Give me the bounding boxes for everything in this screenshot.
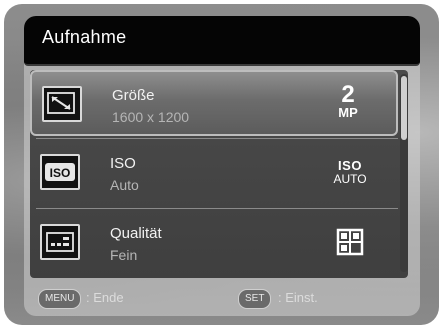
camera-screen: Aufnahme Größe 1600 x 1200 2 MP ISO ISO … xyxy=(0,0,443,329)
menu-item-label: ISO xyxy=(110,155,136,172)
menu-item-label: Qualität xyxy=(110,225,162,242)
quality-icon xyxy=(40,224,80,260)
scrollbar[interactable] xyxy=(400,74,408,272)
menu-item-value: Fein xyxy=(110,247,138,263)
menu-item-value: Auto xyxy=(110,177,139,193)
iso-indicator: ISO AUTO xyxy=(328,152,372,194)
set-key-label: : Einst. xyxy=(278,290,318,305)
menu-item-size[interactable]: Größe 1600 x 1200 2 MP xyxy=(30,70,398,136)
resolution-indicator: 2 MP xyxy=(326,81,370,126)
iso-icon: ISO xyxy=(40,154,80,190)
menu-key-label: : Ende xyxy=(86,290,124,305)
menu-item-label: Größe xyxy=(112,87,155,104)
set-key-badge: SET xyxy=(238,289,272,309)
menu-title-bar: Aufnahme xyxy=(24,16,420,66)
iso-indicator-bottom: AUTO xyxy=(333,172,367,186)
menu-item-value: 1600 x 1200 xyxy=(112,109,190,125)
resolution-indicator-number: 2 xyxy=(341,81,355,108)
row-divider xyxy=(36,138,398,139)
image-size-icon xyxy=(42,86,82,122)
menu-key-badge: MENU xyxy=(38,289,82,309)
menu-item-quality[interactable]: Qualität Fein xyxy=(30,210,398,276)
scrollbar-thumb[interactable] xyxy=(401,76,407,140)
footer-hints: MENU : Ende SET : Einst. xyxy=(30,286,408,312)
quality-indicator-icon xyxy=(328,222,372,264)
svg-text:ISO: ISO xyxy=(50,166,71,180)
menu-title: Aufnahme xyxy=(42,27,127,47)
iso-indicator-top: ISO xyxy=(338,158,362,173)
row-divider xyxy=(36,208,398,209)
menu-item-iso[interactable]: ISO ISO Auto ISO AUTO xyxy=(30,140,398,206)
settings-list: Größe 1600 x 1200 2 MP ISO ISO Auto ISO … xyxy=(30,70,408,278)
resolution-indicator-unit: MP xyxy=(338,105,358,120)
